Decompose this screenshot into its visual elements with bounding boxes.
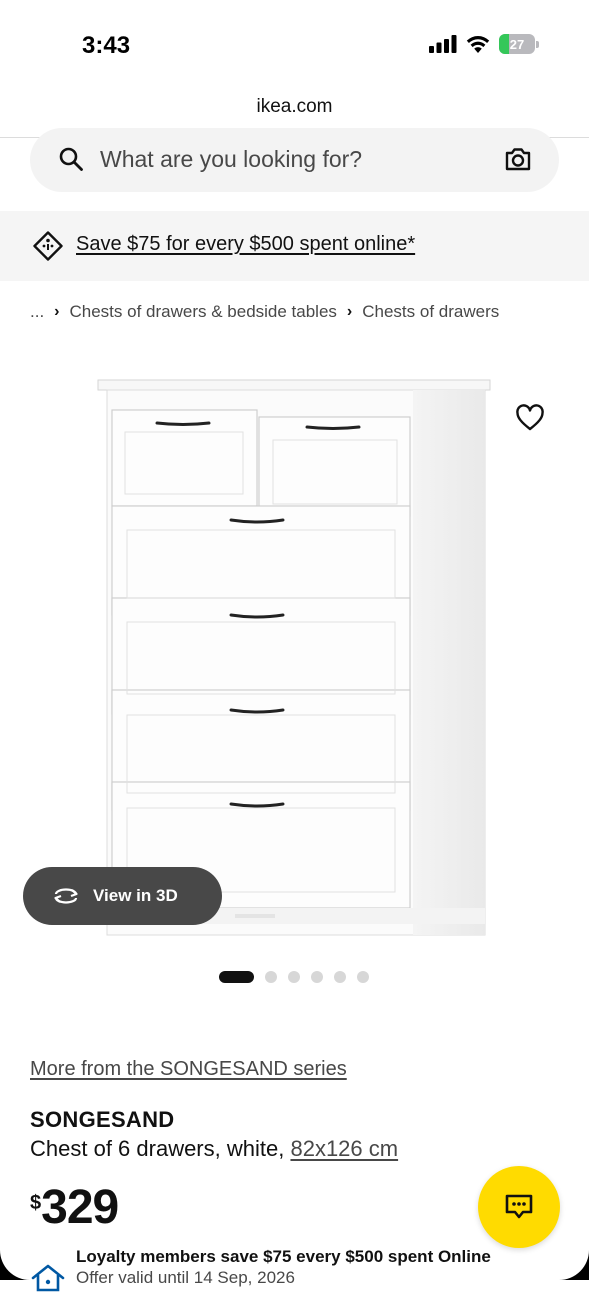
battery-level: 27: [509, 36, 525, 52]
view-in-3d-button[interactable]: View in 3D: [23, 867, 222, 925]
screen-corner: [559, 1250, 589, 1280]
price-value: 329: [41, 1181, 119, 1234]
promo-link[interactable]: Save $75 for every $500 spent online*: [76, 233, 415, 256]
product-price: $ 329: [30, 1181, 119, 1234]
search-input[interactable]: What are you looking for?: [100, 146, 362, 173]
chevron-right-icon: ›: [54, 303, 60, 320]
status-time: 3:43: [82, 32, 131, 59]
pagination-dot[interactable]: [265, 971, 277, 983]
screen-corner: [0, 1250, 30, 1280]
chat-button[interactable]: [478, 1166, 560, 1248]
wifi-icon: [466, 35, 490, 53]
chevron-right-icon: ›: [346, 303, 353, 320]
chat-icon: [505, 1194, 533, 1219]
cellular-signal-icon: [429, 35, 457, 53]
breadcrumb-item[interactable]: Chests of drawers & bedside tables: [70, 302, 337, 322]
series-link[interactable]: More from the SONGESAND series: [30, 1058, 347, 1081]
battery-indicator: 27: [499, 34, 539, 54]
breadcrumb-ellipsis[interactable]: ...: [30, 302, 44, 322]
rotate-3d-icon: [54, 888, 78, 904]
product-name: SONGESAND: [30, 1107, 175, 1132]
breadcrumb: ... › Chests of drawers & bedside tables…: [30, 302, 499, 322]
loyalty-title: Loyalty members save $75 every $500 spen…: [76, 1247, 491, 1266]
pagination-dot[interactable]: [357, 971, 369, 983]
product-size-link[interactable]: 82x126 cm: [290, 1136, 398, 1161]
pagination-dot[interactable]: [311, 971, 323, 983]
loyalty-subtitle: Offer valid until 14 Sep, 2026: [76, 1268, 295, 1287]
battery-fill: [499, 34, 509, 54]
status-icons: 27: [429, 34, 539, 54]
pagination-dot-active[interactable]: [219, 971, 254, 983]
view-in-3d-label: View in 3D: [93, 886, 178, 905]
price-tag-icon: [33, 231, 63, 261]
search-icon[interactable]: [58, 146, 84, 172]
breadcrumb-item[interactable]: Chests of drawers: [362, 302, 499, 322]
pagination-dot[interactable]: [288, 971, 300, 983]
price-currency: $: [30, 1192, 42, 1214]
image-pagination[interactable]: [219, 971, 369, 983]
product-description: Chest of 6 drawers, white, 82x126 cm: [30, 1136, 398, 1162]
pagination-dot[interactable]: [334, 971, 346, 983]
product-image[interactable]: [95, 370, 495, 945]
camera-search-icon[interactable]: [504, 146, 532, 172]
product-description-text: Chest of 6 drawers, white,: [30, 1136, 285, 1161]
loyalty-house-icon: [31, 1264, 65, 1292]
heart-icon[interactable]: [515, 404, 545, 432]
browser-url[interactable]: ikea.com: [0, 96, 589, 118]
